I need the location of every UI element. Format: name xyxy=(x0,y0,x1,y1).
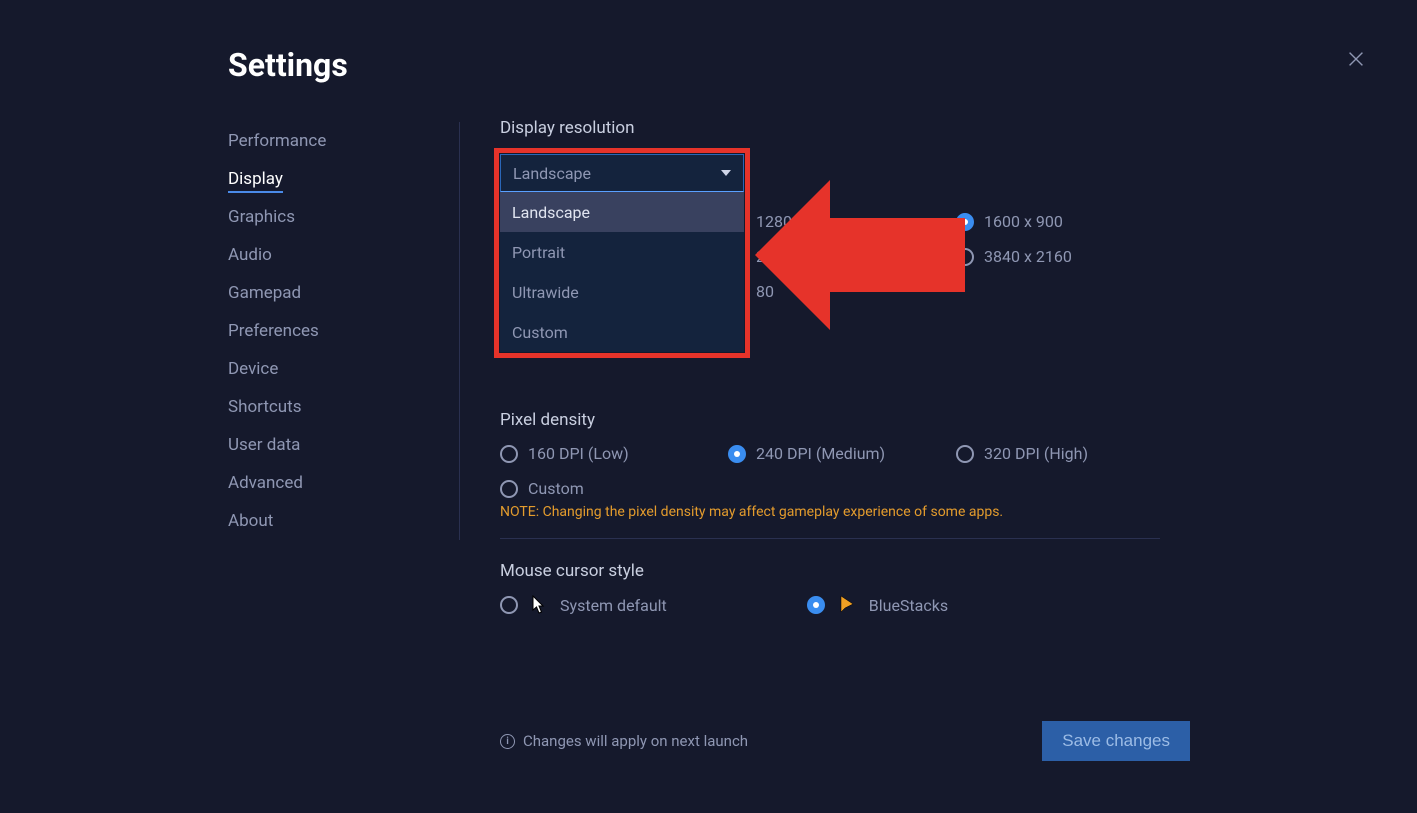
resolution-label-1280: 1280 x xyxy=(756,212,804,231)
resolution-label-1600x900: 1600 x 900 xyxy=(984,212,1063,231)
sidebar-item-user-data[interactable]: User data xyxy=(228,426,439,464)
sidebar-item-device[interactable]: Device xyxy=(228,350,439,388)
radio-icon xyxy=(807,596,825,614)
content: Display resolution Landscape Landscape P… xyxy=(500,118,1160,615)
orientation-option-custom[interactable]: Custom xyxy=(500,312,744,352)
radio-icon xyxy=(728,445,746,463)
sidebar-item-shortcuts[interactable]: Shortcuts xyxy=(228,388,439,426)
cursor-default-icon xyxy=(532,595,546,615)
resolution-option-row3[interactable]: 80 xyxy=(728,282,956,301)
resolution-label-row3: 80 xyxy=(756,282,774,301)
radio-icon xyxy=(500,596,518,614)
density-label-custom: Custom xyxy=(528,479,584,498)
mouse-option-system-default[interactable]: System default xyxy=(500,595,667,615)
sidebar-item-preferences[interactable]: Preferences xyxy=(228,312,439,350)
radio-icon xyxy=(500,480,518,498)
sidebar-item-performance[interactable]: Performance xyxy=(228,122,439,160)
footer: i Changes will apply on next launch Save… xyxy=(500,721,1190,761)
orientation-option-landscape[interactable]: Landscape xyxy=(500,192,744,232)
density-label-240: 240 DPI (Medium) xyxy=(756,444,885,463)
resolution-label-row2: 2 xyxy=(756,247,765,266)
sidebar-item-about[interactable]: About xyxy=(228,502,439,540)
mouse-cursor-label: Mouse cursor style xyxy=(500,561,1160,581)
radio-icon xyxy=(956,445,974,463)
orientation-selected: Landscape xyxy=(513,164,591,183)
page-title: Settings xyxy=(228,46,348,84)
sidebar-item-audio[interactable]: Audio xyxy=(228,236,439,274)
density-label-160: 160 DPI (Low) xyxy=(528,444,629,463)
orientation-option-ultrawide[interactable]: Ultrawide xyxy=(500,272,744,312)
orientation-dropdown[interactable]: Landscape xyxy=(500,154,744,192)
mouse-label-bluestacks: BlueStacks xyxy=(869,596,948,615)
divider xyxy=(500,538,1160,539)
density-note: NOTE: Changing the pixel density may aff… xyxy=(500,504,1160,520)
mouse-label-system-default: System default xyxy=(560,596,667,615)
resolution-option-1280[interactable]: 1280 x xyxy=(728,212,956,231)
cursor-bluestacks-icon xyxy=(839,595,855,615)
sidebar-item-advanced[interactable]: Advanced xyxy=(228,464,439,502)
density-label-320: 320 DPI (High) xyxy=(984,444,1088,463)
resolution-option-3840x2160[interactable]: 3840 x 2160 xyxy=(956,247,1156,266)
footer-note: i Changes will apply on next launch xyxy=(500,732,748,750)
resolution-option-row2[interactable]: 2 xyxy=(728,247,956,266)
density-option-160[interactable]: 160 DPI (Low) xyxy=(500,444,728,463)
display-resolution-label: Display resolution xyxy=(500,118,1160,138)
close-button[interactable] xyxy=(1345,48,1367,70)
density-grid: 160 DPI (Low) 240 DPI (Medium) 320 DPI (… xyxy=(500,444,1160,498)
mouse-cursor-row: System default BlueStacks xyxy=(500,595,1160,615)
info-icon: i xyxy=(500,734,515,749)
sidebar: Performance Display Graphics Audio Gamep… xyxy=(228,122,460,540)
footer-note-text: Changes will apply on next launch xyxy=(523,732,748,750)
density-option-240[interactable]: 240 DPI (Medium) xyxy=(728,444,956,463)
sidebar-item-gamepad[interactable]: Gamepad xyxy=(228,274,439,312)
radio-icon xyxy=(956,213,974,231)
resolution-option-1600x900[interactable]: 1600 x 900 xyxy=(956,212,1156,231)
density-option-custom[interactable]: Custom xyxy=(500,479,728,498)
save-changes-button[interactable]: Save changes xyxy=(1042,721,1190,761)
close-icon xyxy=(1345,48,1367,70)
chevron-down-icon xyxy=(721,170,731,176)
sidebar-item-graphics[interactable]: Graphics xyxy=(228,198,439,236)
radio-icon xyxy=(956,248,974,266)
orientation-dropdown-list: Landscape Portrait Ultrawide Custom xyxy=(500,192,744,352)
resolution-label-3840x2160: 3840 x 2160 xyxy=(984,247,1072,266)
sidebar-item-display[interactable]: Display xyxy=(228,160,439,198)
density-option-320[interactable]: 320 DPI (High) xyxy=(956,444,1156,463)
pixel-density-label: Pixel density xyxy=(500,410,1160,430)
orientation-option-portrait[interactable]: Portrait xyxy=(500,232,744,272)
mouse-option-bluestacks[interactable]: BlueStacks xyxy=(807,595,948,615)
radio-icon xyxy=(500,445,518,463)
